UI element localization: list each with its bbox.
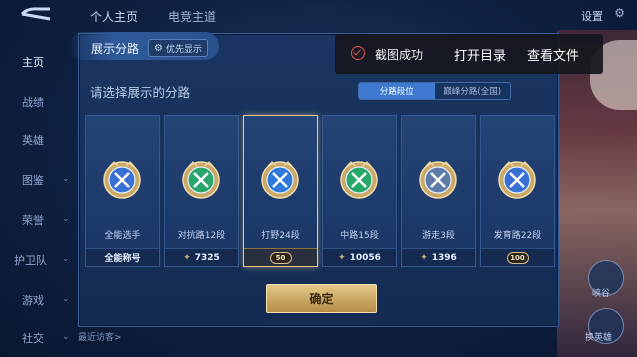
- priority-display-button[interactable]: ⚙ 优先显示: [148, 39, 208, 57]
- sidebar-item-guard[interactable]: 护卫队: [14, 252, 47, 268]
- star-badge: 100: [506, 251, 529, 264]
- open-directory-button[interactable]: 打开目录: [454, 45, 506, 64]
- route-card-roam[interactable]: 游走3段 ✦ 1396: [401, 115, 476, 267]
- route-card-label: 全能选手: [104, 231, 141, 241]
- route-card-mid-lane[interactable]: 中路15段 ✦ 10056: [322, 115, 397, 267]
- chevron-down-icon: ⌄: [62, 254, 70, 264]
- dialog-subtitle: 请选择展示的分路: [90, 85, 191, 100]
- route-card-label: 中路15段: [340, 231, 379, 241]
- confirm-button[interactable]: 确定: [266, 284, 377, 313]
- route-card-clash-lane[interactable]: 对抗路12段 ✦ 7325: [164, 115, 239, 267]
- route-card-jungle[interactable]: 打野24段 50: [243, 115, 318, 267]
- chevron-down-icon: ⌄: [62, 214, 70, 224]
- sidebar-item-record[interactable]: 战绩: [22, 94, 44, 110]
- mid-lane-emblem-icon: [340, 161, 378, 199]
- route-card-footer: 100: [481, 248, 554, 266]
- back-arrow-icon[interactable]: [18, 6, 52, 22]
- chevron-down-icon: ⌄: [62, 332, 70, 342]
- sidebar-item-hero[interactable]: 英雄: [22, 132, 44, 148]
- segment-control: 分路段位 巅峰分路(全国): [358, 82, 511, 100]
- gear-icon: ⚙: [154, 42, 163, 54]
- route-card-footer: ✦ 10056: [323, 248, 396, 266]
- route-card-footer: 50: [244, 248, 317, 266]
- gear-icon[interactable]: ⚙: [614, 6, 625, 20]
- toast-message: 截图成功: [375, 48, 424, 62]
- rank-points-icon: ✦: [183, 252, 191, 263]
- sidebar-item-home[interactable]: 主页: [22, 54, 44, 70]
- roam-emblem-icon: [419, 161, 457, 199]
- chevron-down-icon: ⌄: [62, 174, 70, 184]
- sidebar-item-codex[interactable]: 图鉴: [22, 172, 44, 188]
- rank-points-value: 1396: [431, 252, 457, 263]
- all-round-emblem-icon: [103, 161, 141, 199]
- sidebar-item-honor[interactable]: 荣誉: [22, 212, 44, 228]
- jungle-emblem-icon: [261, 161, 299, 199]
- route-card-label: 对抗路12段: [177, 231, 226, 241]
- check-circle-icon: [351, 46, 365, 60]
- rank-points-value: 10056: [349, 252, 381, 263]
- route-card-label: 游走3段: [422, 231, 455, 241]
- sidebar-item-social[interactable]: 社交: [22, 330, 44, 346]
- settings-label[interactable]: 设置: [581, 8, 603, 24]
- chevron-down-icon: ⌄: [62, 294, 70, 304]
- star-badge: 50: [269, 251, 292, 264]
- rank-points-icon: ✦: [420, 252, 428, 263]
- tab-esports[interactable]: 电竞主道: [168, 8, 216, 25]
- sidebar-item-game[interactable]: 游戏: [22, 292, 44, 308]
- route-display-dialog: 展示分路 ⚙ 优先显示 请选择展示的分路 分路段位 巅峰分路(全国) 全能选手全…: [69, 32, 559, 327]
- dialog-title: 展示分路: [91, 42, 140, 56]
- top-bar: 个人主页 电竞主道 设置 ⚙: [0, 0, 637, 30]
- view-file-button[interactable]: 查看文件: [527, 45, 579, 64]
- screenshot-toast: 截图成功 打开目录 查看文件: [335, 34, 603, 74]
- priority-label: 优先显示: [165, 44, 202, 55]
- sidebar: 主页 战绩 英雄 图鉴 ⌄ 荣誉 ⌄ 护卫队 ⌄ 游戏 ⌄ 社交 ⌄: [0, 40, 78, 357]
- route-card-label: 打野24段: [261, 231, 300, 241]
- rank-points-value: 7325: [194, 252, 220, 263]
- rank-points-icon: ✦: [338, 252, 346, 263]
- segment-route-rank[interactable]: 分路段位: [359, 83, 435, 99]
- route-card-all-round[interactable]: 全能选手 全能称号: [85, 115, 160, 267]
- segment-peak-route[interactable]: 巅峰分路(全国): [434, 83, 510, 99]
- route-card-label: 发育路22段: [493, 231, 542, 241]
- tab-profile[interactable]: 个人主页: [90, 8, 138, 25]
- route-card-footer: 全能称号: [86, 248, 159, 266]
- route-card-farm-lane[interactable]: 发育路22段 100: [480, 115, 555, 267]
- title-label: 全能称号: [104, 254, 141, 264]
- route-card-footer: ✦ 7325: [165, 248, 238, 266]
- switch-hero-label: 换英雄: [585, 333, 613, 343]
- canyon-label: 峡谷: [592, 289, 611, 299]
- clash-lane-emblem-icon: [182, 161, 220, 199]
- farm-lane-emblem-icon: [498, 161, 536, 199]
- route-card-footer: ✦ 1396: [402, 248, 475, 266]
- recent-visitors[interactable]: 最近访客>: [78, 330, 122, 343]
